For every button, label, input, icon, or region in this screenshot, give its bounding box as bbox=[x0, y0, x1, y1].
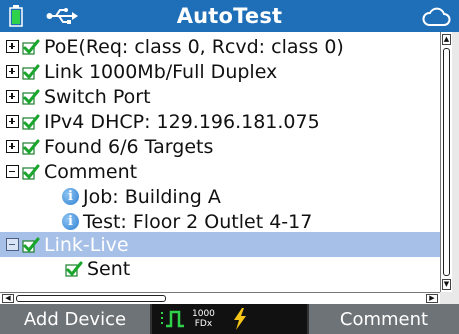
expand-icon[interactable] bbox=[6, 140, 19, 153]
check-icon bbox=[22, 64, 40, 80]
tree-row-label: Job: Building A bbox=[83, 185, 221, 208]
tree-row-label: Test: Floor 2 Outlet 4-17 bbox=[83, 210, 313, 233]
vertical-scroll-thumb[interactable] bbox=[443, 48, 450, 276]
softkey-bar: Add Device 1000 FDx Comment bbox=[0, 304, 459, 334]
battery-icon bbox=[9, 5, 23, 27]
tree-row[interactable]: PoE(Req: class 0, Rcvd: class 0) bbox=[0, 34, 440, 59]
tree-row-label: Switch Port bbox=[44, 85, 151, 108]
tree-row-label: Link 1000Mb/Full Duplex bbox=[44, 60, 278, 83]
check-icon bbox=[22, 89, 40, 105]
expand-icon[interactable] bbox=[6, 40, 19, 53]
tree-row-label: Link-Live bbox=[44, 233, 129, 256]
tree-row[interactable]: Sent bbox=[0, 256, 440, 281]
link-speed: 1000 FDx bbox=[192, 309, 215, 329]
collapse-icon[interactable] bbox=[6, 238, 19, 251]
scroll-down-button[interactable]: ▼ bbox=[442, 279, 451, 290]
tree-row[interactable]: Switch Port bbox=[0, 84, 440, 109]
scroll-right-button[interactable]: ▶ bbox=[426, 294, 438, 303]
tree-row-label: Sent bbox=[87, 257, 131, 280]
scroll-left-button[interactable]: ◀ bbox=[2, 294, 14, 303]
check-icon bbox=[22, 114, 40, 130]
usb-icon bbox=[46, 8, 78, 24]
tree-row[interactable]: Link 1000Mb/Full Duplex bbox=[0, 59, 440, 84]
info-icon: i bbox=[62, 213, 79, 230]
tree-row-label: Comment bbox=[44, 160, 138, 183]
scrollbar-corner bbox=[440, 292, 459, 304]
tree-row[interactable]: IPv4 DHCP: 129.196.181.075 bbox=[0, 109, 440, 134]
poe-lightning-icon bbox=[233, 308, 246, 330]
check-icon bbox=[22, 139, 40, 155]
check-icon bbox=[22, 237, 40, 253]
add-device-button[interactable]: Add Device bbox=[0, 304, 150, 334]
expand-icon[interactable] bbox=[6, 115, 19, 128]
check-icon bbox=[22, 39, 40, 55]
title-bar: AutoTest bbox=[0, 0, 459, 32]
cloud-icon[interactable] bbox=[421, 6, 451, 28]
link-speed-value: 1000 bbox=[192, 309, 215, 319]
link-duplex: FDx bbox=[194, 319, 213, 329]
tree-row[interactable]: i Test: Floor 2 Outlet 4-17 bbox=[0, 209, 440, 234]
expand-icon[interactable] bbox=[6, 90, 19, 103]
horizontal-scroll-thumb[interactable] bbox=[16, 295, 166, 302]
comment-button[interactable]: Comment bbox=[309, 304, 459, 334]
tree-row[interactable]: Found 6/6 Targets bbox=[0, 134, 440, 159]
expand-icon[interactable] bbox=[6, 65, 19, 78]
results-tree[interactable]: PoE(Req: class 0, Rcvd: class 0) Link 100… bbox=[0, 32, 440, 292]
info-icon: i bbox=[62, 188, 79, 205]
scroll-up-button[interactable]: ▲ bbox=[442, 34, 451, 45]
link-status-strip: 1000 FDx bbox=[150, 304, 309, 334]
right-border bbox=[452, 32, 459, 292]
check-icon bbox=[22, 164, 40, 180]
vertical-scrollbar[interactable]: ▲ ▼ bbox=[440, 32, 452, 292]
tree-row-label: PoE(Req: class 0, Rcvd: class 0) bbox=[44, 35, 344, 58]
check-icon bbox=[65, 261, 83, 277]
collapse-icon[interactable] bbox=[6, 165, 19, 178]
tree-row[interactable]: i Job: Building A bbox=[0, 184, 440, 209]
tree-row-label: Found 6/6 Targets bbox=[44, 135, 214, 158]
tree-row[interactable]: Comment bbox=[0, 159, 440, 184]
link-pulse-icon bbox=[161, 310, 184, 328]
page-title: AutoTest bbox=[176, 4, 283, 28]
horizontal-scrollbar[interactable]: ◀ ▶ bbox=[0, 292, 440, 304]
tree-row[interactable]: Link-Live bbox=[0, 232, 440, 257]
tree-row-label: IPv4 DHCP: 129.196.181.075 bbox=[44, 110, 320, 133]
